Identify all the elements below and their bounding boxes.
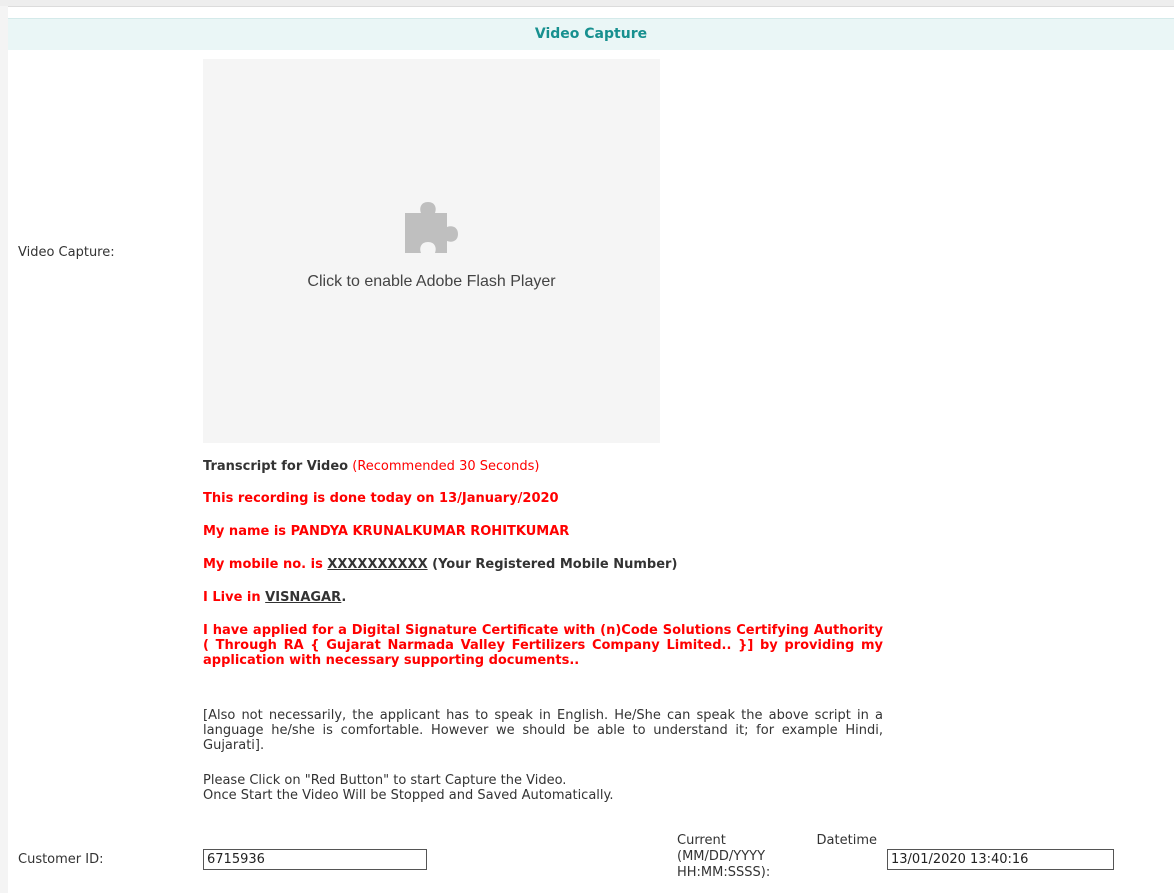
datetime-label-current: Current	[677, 833, 726, 848]
customer-id-label: Customer ID:	[18, 852, 104, 867]
datetime-label-format-date: (MM/DD/YYYY	[677, 849, 766, 864]
place-suffix: .	[341, 590, 347, 605]
flash-enable-text: Click to enable Adobe Flash Player	[307, 273, 556, 290]
top-border	[0, 0, 1174, 7]
transcript-heading: Transcript for Video (Recommended 30 Sec…	[203, 459, 883, 475]
datetime-label-datetime: Datetime	[816, 833, 877, 848]
current-datetime-input[interactable]	[887, 849, 1114, 870]
instruction-start: Please Click on "Red Button" to start Ca…	[203, 773, 567, 788]
transcript-line-mobile: My mobile no. is XXXXXXXXXX (Your Regist…	[203, 557, 883, 573]
capture-instructions: Please Click on "Red Button" to start Ca…	[203, 773, 883, 803]
mobile-prefix: My mobile no. is	[203, 557, 323, 572]
puzzle-icon	[405, 202, 458, 253]
mobile-number: XXXXXXXXXX	[327, 557, 428, 572]
datetime-label: Current Datetime (MM/DD/YYYY HH:MM:SSSS)…	[677, 833, 877, 881]
video-capture-label: Video Capture:	[18, 245, 115, 260]
language-note: [Also not necessarily, the applicant has…	[203, 708, 883, 753]
instruction-autosave: Once Start the Video Will be Stopped and…	[203, 788, 614, 803]
section-header: Video Capture	[8, 18, 1174, 50]
place-name: VISNAGAR	[265, 590, 342, 605]
mobile-suffix: (Your Registered Mobile Number)	[432, 557, 678, 572]
transcript-line-application: I have applied for a Digital Signature C…	[203, 623, 883, 668]
transcript-title: Transcript for Video	[203, 459, 349, 474]
place-prefix: I Live in	[203, 590, 261, 605]
left-border	[0, 6, 8, 893]
transcript-line-place: I Live in VISNAGAR.	[203, 590, 883, 606]
transcript-line-date: This recording is done today on 13/Janua…	[203, 491, 559, 506]
customer-id-input[interactable]	[203, 849, 427, 870]
flash-player-placeholder[interactable]: Click to enable Adobe Flash Player	[203, 59, 660, 443]
recommended-duration: (Recommended 30 Seconds)	[352, 459, 540, 474]
transcript-line-name: My name is PANDYA KRUNALKUMAR ROHITKUMAR	[203, 524, 570, 539]
datetime-label-format-time: HH:MM:SSSS):	[677, 865, 771, 880]
